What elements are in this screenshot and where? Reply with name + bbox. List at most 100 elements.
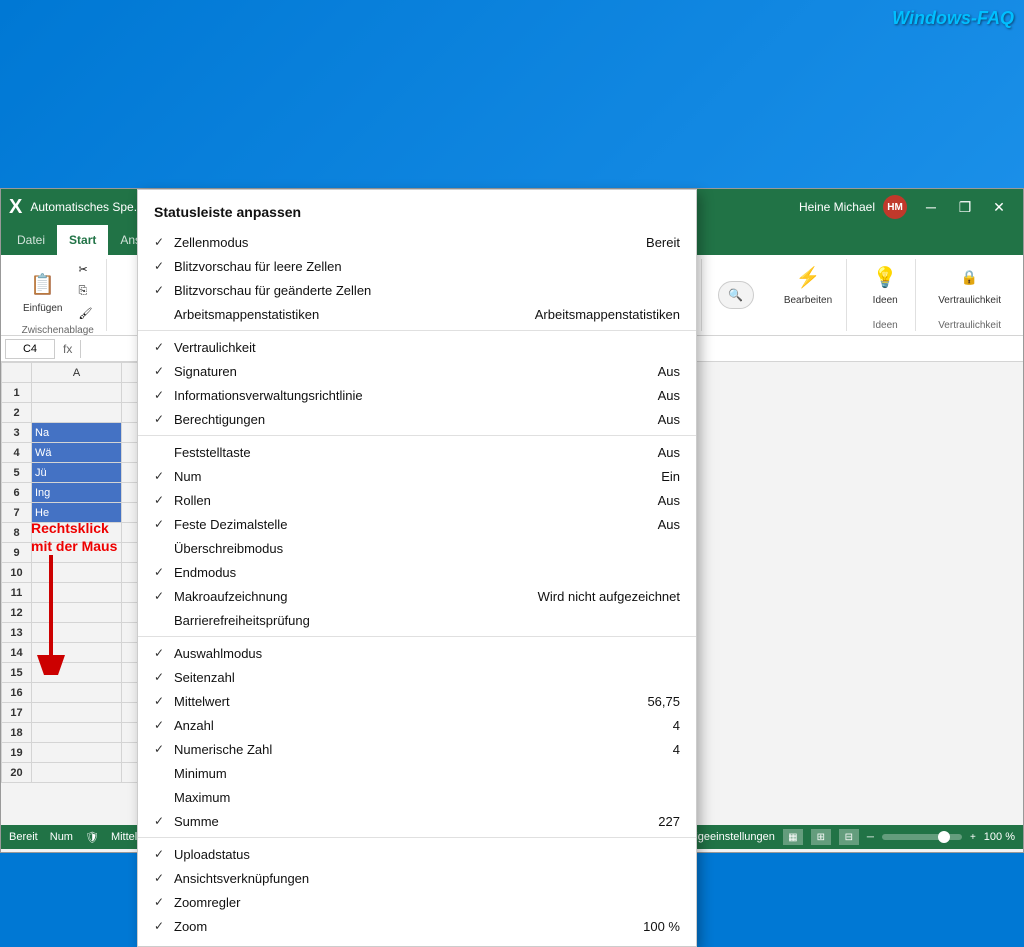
- menu-item-16[interactable]: ✓MakroaufzeichnungWird nicht aufgezeichn…: [138, 584, 696, 608]
- menu-item-15[interactable]: ✓Endmodus: [138, 560, 696, 584]
- cell-a5[interactable]: Jü: [32, 463, 122, 483]
- page-break-btn[interactable]: ⊟: [839, 829, 859, 845]
- group-bearbeiten: ⚡ Bearbeiten: [770, 259, 847, 331]
- menu-item-26[interactable]: ✓Summe227: [138, 809, 696, 833]
- btn-vertraulichkeit[interactable]: 🔒 Vertraulichkeit: [932, 259, 1007, 308]
- menu-item-11[interactable]: ✓NumEin: [138, 464, 696, 488]
- status-num: Num: [50, 831, 73, 843]
- down-arrow-icon: [31, 555, 71, 675]
- menu-divider-4: [138, 330, 696, 331]
- menu-checkmark-2: ✓: [154, 283, 174, 297]
- menu-item-30[interactable]: ✓Zoomregler: [138, 890, 696, 914]
- btn-ideen[interactable]: 💡 Ideen: [863, 259, 907, 308]
- tab-start[interactable]: Start: [57, 225, 108, 255]
- minimize-button[interactable]: ─: [915, 193, 947, 221]
- cell-a3[interactable]: Na: [32, 423, 122, 443]
- cell-a1[interactable]: [32, 383, 122, 403]
- menu-item-29[interactable]: ✓Ansichtsverknüpfungen: [138, 866, 696, 890]
- menu-item-7[interactable]: ✓InformationsverwaltungsrichtlinieAus: [138, 383, 696, 407]
- menu-checkmark-8: ✓: [154, 412, 174, 426]
- menu-item-5[interactable]: ✓Vertraulichkeit: [138, 335, 696, 359]
- zoom-slider[interactable]: [882, 834, 962, 840]
- cell-a6[interactable]: Ing: [32, 483, 122, 503]
- zoom-plus[interactable]: +: [970, 832, 976, 843]
- row-header-18: 18: [2, 723, 32, 743]
- window-controls: ─ ❐ ✕: [915, 193, 1015, 221]
- zoom-minus[interactable]: ─: [867, 832, 874, 843]
- menu-item-22[interactable]: ✓Anzahl4: [138, 713, 696, 737]
- close-button[interactable]: ✕: [983, 193, 1015, 221]
- menu-item-19[interactable]: ✓Auswahlmodus: [138, 641, 696, 665]
- menu-item-0[interactable]: ✓ZellenmodusBereit: [138, 230, 696, 254]
- menu-item-14[interactable]: Überschreibmodus: [138, 536, 696, 560]
- menu-label-11: Num: [174, 469, 645, 484]
- menu-item-17[interactable]: Barrierefreiheitsprüfung: [138, 608, 696, 632]
- menu-value-13: Aus: [658, 517, 680, 532]
- menu-item-13[interactable]: ✓Feste DezimalstelleAus: [138, 512, 696, 536]
- menu-value-3: Arbeitsmappenstatistiken: [535, 307, 680, 322]
- tab-datei[interactable]: Datei: [5, 225, 57, 255]
- einfuegen-icon: 📋: [27, 269, 59, 301]
- menu-checkmark-23: ✓: [154, 742, 174, 756]
- menu-item-25[interactable]: Maximum: [138, 785, 696, 809]
- menu-divider-9: [138, 435, 696, 436]
- cell-a4[interactable]: Wä: [32, 443, 122, 463]
- context-menu: Statusleiste anpassen ✓ZellenmodusBereit…: [137, 189, 697, 947]
- user-avatar[interactable]: HM: [883, 195, 907, 219]
- normal-view-btn[interactable]: ▦: [783, 829, 803, 845]
- row-header-20: 20: [2, 763, 32, 783]
- search-button[interactable]: 🔍: [718, 281, 754, 309]
- menu-checkmark-30: ✓: [154, 895, 174, 909]
- cell-reference[interactable]: [5, 339, 55, 359]
- menu-label-21: Mittelwert: [174, 694, 631, 709]
- cell-a19[interactable]: [32, 743, 122, 763]
- page-layout-btn[interactable]: ⊞: [811, 829, 831, 845]
- row-header-5: 5: [2, 463, 32, 483]
- cell-a20[interactable]: [32, 763, 122, 783]
- group-ideen: 💡 Ideen Ideen: [855, 259, 916, 331]
- menu-value-0: Bereit: [646, 235, 680, 250]
- btn-einfuegen[interactable]: 📋 Einfügen: [17, 267, 68, 316]
- row-header-15: 15: [2, 663, 32, 683]
- menu-item-3[interactable]: ArbeitsmappenstatistikenArbeitsmappensta…: [138, 302, 696, 326]
- menu-item-31[interactable]: ✓Zoom100 %: [138, 914, 696, 938]
- fx-label: fx: [59, 342, 76, 356]
- restore-button[interactable]: ❐: [949, 193, 981, 221]
- menu-item-2[interactable]: ✓Blitzvorschau für geänderte Zellen: [138, 278, 696, 302]
- menu-item-20[interactable]: ✓Seitenzahl: [138, 665, 696, 689]
- menu-label-0: Zellenmodus: [174, 235, 630, 250]
- menu-item-28[interactable]: ✓Uploadstatus: [138, 842, 696, 866]
- menu-checkmark-5: ✓: [154, 340, 174, 354]
- menu-label-1: Blitzvorschau für leere Zellen: [174, 259, 680, 274]
- menu-item-21[interactable]: ✓Mittelwert56,75: [138, 689, 696, 713]
- row-header-4: 4: [2, 443, 32, 463]
- menu-label-22: Anzahl: [174, 718, 657, 733]
- cell-a16[interactable]: [32, 683, 122, 703]
- row-header-19: 19: [2, 743, 32, 763]
- menu-checkmark-13: ✓: [154, 517, 174, 531]
- menu-item-12[interactable]: ✓RollenAus: [138, 488, 696, 512]
- menu-checkmark-11: ✓: [154, 469, 174, 483]
- col-a[interactable]: A: [32, 363, 122, 383]
- menu-item-1[interactable]: ✓Blitzvorschau für leere Zellen: [138, 254, 696, 278]
- btn-kopieren[interactable]: ⎘: [72, 281, 98, 301]
- cell-a17[interactable]: [32, 703, 122, 723]
- btn-ausschneiden[interactable]: ✂: [72, 259, 98, 279]
- btn-format-uebertragen[interactable]: 🖌: [72, 303, 98, 323]
- menu-item-8[interactable]: ✓BerechtigungenAus: [138, 407, 696, 431]
- row-header-10: 10: [2, 563, 32, 583]
- btn-bearbeiten[interactable]: ⚡ Bearbeiten: [778, 259, 838, 308]
- annotation-container: Rechtsklick mit der Maus: [31, 519, 117, 678]
- cell-a18[interactable]: [32, 723, 122, 743]
- menu-item-24[interactable]: Minimum: [138, 761, 696, 785]
- annotation-text: Rechtsklick mit der Maus: [31, 519, 117, 555]
- menu-item-23[interactable]: ✓Numerische Zahl4: [138, 737, 696, 761]
- menu-label-5: Vertraulichkeit: [174, 340, 680, 355]
- menu-item-6[interactable]: ✓SignaturenAus: [138, 359, 696, 383]
- menu-label-25: Maximum: [174, 790, 680, 805]
- menu-item-10[interactable]: FeststelltasteAus: [138, 440, 696, 464]
- vertraulichkeit-icon: 🔒: [954, 261, 986, 293]
- menu-value-16: Wird nicht aufgezeichnet: [538, 589, 680, 604]
- menu-checkmark-19: ✓: [154, 646, 174, 660]
- cell-a2[interactable]: [32, 403, 122, 423]
